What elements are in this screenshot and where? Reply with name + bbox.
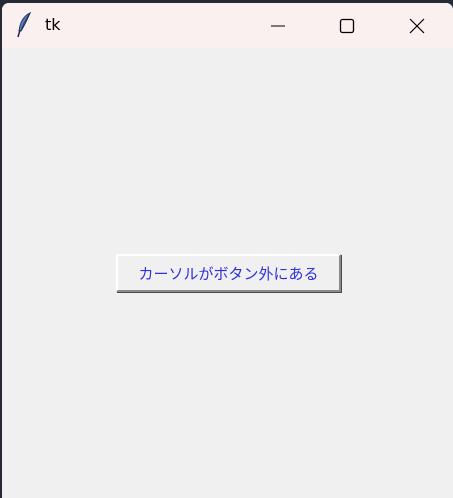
minimize-button[interactable] bbox=[255, 3, 301, 48]
window-title: tk bbox=[45, 15, 61, 34]
maximize-button[interactable] bbox=[324, 3, 370, 48]
close-button[interactable] bbox=[394, 3, 440, 48]
minimize-icon bbox=[270, 18, 286, 34]
tk-window: tk カーソルがボタン外にある bbox=[2, 3, 453, 498]
hover-status-button[interactable]: カーソルがボタン外にある bbox=[116, 254, 341, 292]
close-icon bbox=[409, 18, 425, 34]
title-bar[interactable]: tk bbox=[2, 3, 453, 48]
feather-icon bbox=[15, 11, 35, 38]
maximize-icon bbox=[339, 18, 355, 34]
